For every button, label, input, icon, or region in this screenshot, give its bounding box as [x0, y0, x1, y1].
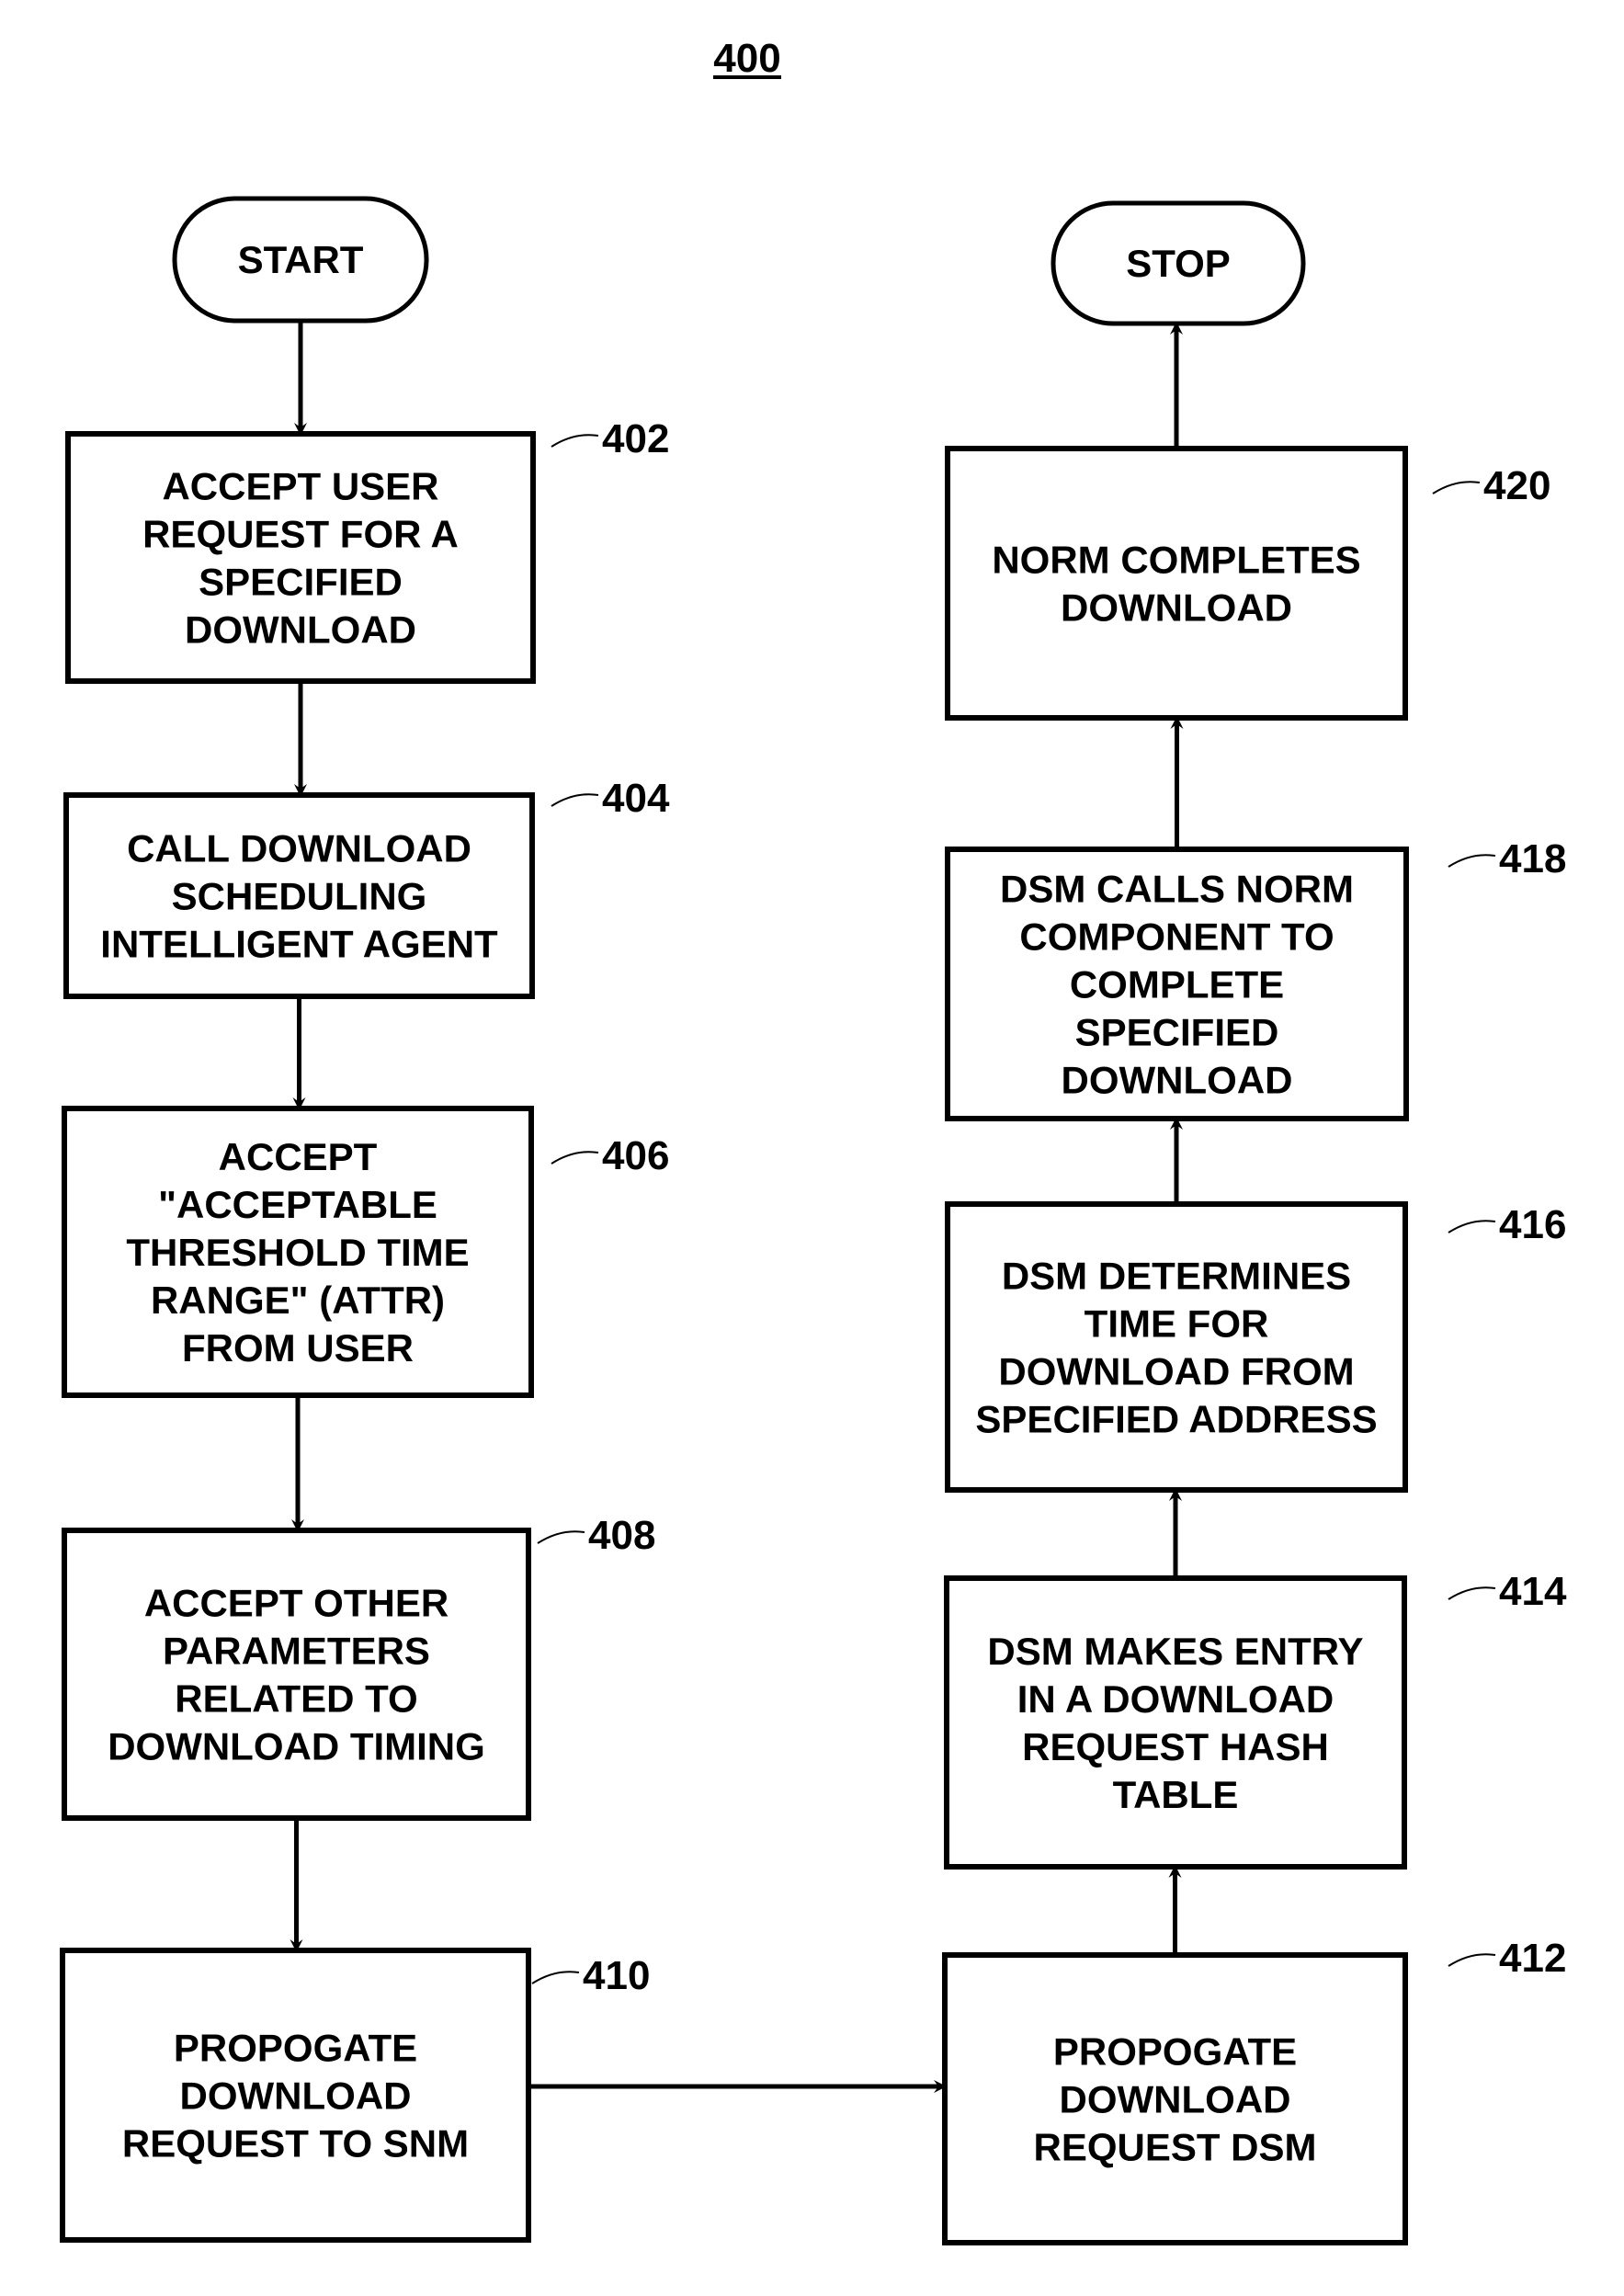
- process-box: [62, 1528, 531, 1821]
- process-step-420: NORM COMPLETESDOWNLOAD: [945, 446, 1408, 721]
- process-text-line: ACCEPT OTHER: [144, 1582, 449, 1625]
- reference-numeral-408: 408: [537, 1513, 655, 1558]
- reference-numeral-text: 416: [1499, 1202, 1566, 1247]
- leader-line: [537, 1530, 585, 1544]
- process-step-404: CALL DOWNLOAD SCHEDULING INTELLIGENT AGENT: [63, 792, 535, 999]
- process-box: [945, 446, 1408, 721]
- process-text-line: COMPLETE: [1070, 963, 1284, 1006]
- process-text-line: SPECIFIED: [1075, 1011, 1279, 1054]
- process-text-line: ACCEPT USER: [162, 465, 438, 508]
- process-text-line: NORM COMPLETES: [992, 539, 1360, 582]
- reference-numeral-text: 408: [588, 1513, 655, 1558]
- process-text-line: REQUEST TO SNM: [122, 2122, 469, 2165]
- process-text-line: SPECIFIED ADDRESS: [975, 1398, 1377, 1441]
- process-text-line: REQUEST DSM: [1033, 2126, 1316, 2169]
- process-text-line: ACCEPT: [219, 1135, 378, 1178]
- process-text-line: "ACCEPTABLE: [158, 1183, 437, 1226]
- reference-numeral-410: 410: [531, 1953, 650, 1998]
- reference-numeral-text: 406: [602, 1133, 669, 1178]
- process-text-line: TABLE: [1113, 1773, 1239, 1816]
- reference-numeral-text: 404: [602, 776, 670, 821]
- process-text-line: DSM CALLS NORM: [1000, 868, 1354, 911]
- process-text-line: REQUEST HASH: [1022, 1725, 1329, 1768]
- process-step-402: ACCEPT USER REQUEST FOR A SPECIFIEDDOWNLOA…: [65, 431, 536, 684]
- process-text-line: DOWNLOAD: [185, 608, 416, 652]
- start-label: START: [238, 238, 364, 281]
- process-text-line: DOWNLOAD: [1062, 1059, 1293, 1102]
- process-text-line: COMPONENT TO: [1019, 915, 1334, 959]
- process-text-line: CALL DOWNLOAD: [127, 827, 471, 870]
- process-text-line: DOWNLOAD: [1060, 2078, 1291, 2121]
- start-terminal: START: [172, 196, 429, 324]
- reference-numeral-text: 402: [602, 416, 669, 461]
- reference-numeral-text: 418: [1499, 836, 1566, 881]
- process-text-line: DSM DETERMINES: [1002, 1255, 1351, 1298]
- process-text-line: RELATED TO: [175, 1677, 417, 1721]
- figure-number-text: 400: [713, 36, 780, 81]
- reference-numeral-text: 412: [1499, 1936, 1566, 1981]
- process-text-line: DOWNLOAD: [1061, 586, 1292, 630]
- process-text-line: DSM MAKES ENTRY: [987, 1630, 1363, 1673]
- reference-numeral-text: 420: [1483, 463, 1550, 508]
- leader-line: [551, 793, 599, 807]
- leader-line: [551, 1151, 599, 1165]
- reference-numeral-text: 414: [1499, 1569, 1567, 1614]
- reference-numeral-404: 404: [551, 776, 670, 821]
- process-text-line: REQUEST FOR A: [142, 513, 459, 556]
- process-text-line: SCHEDULING: [172, 875, 427, 918]
- figure-number: 400: [713, 36, 781, 81]
- leader-line: [1448, 1953, 1496, 1967]
- process-text-line: SPECIFIED: [199, 561, 403, 604]
- process-text-line: DOWNLOAD: [180, 2074, 412, 2118]
- reference-numeral-406: 406: [551, 1133, 669, 1178]
- reference-numeral-418: 418: [1448, 836, 1566, 881]
- process-text-line: DOWNLOAD FROM: [998, 1350, 1354, 1393]
- process-step-406: ACCEPT "ACCEPTABLE THRESHOLD TIME RANGE" (A…: [62, 1106, 534, 1398]
- leader-line: [1432, 481, 1481, 494]
- process-step-410: PROPOGATEDOWNLOADREQUEST TO SNM: [60, 1948, 531, 2243]
- stop-label: STOP: [1126, 242, 1231, 285]
- process-text-line: PARAMETERS: [163, 1630, 430, 1673]
- process-step-416: DSM DETERMINESTIME FORDOWNLOAD FROM SPECI…: [945, 1201, 1408, 1493]
- process-step-418: DSM CALLS NORMCOMPONENT TOCOMPLETE SPECIF…: [945, 847, 1409, 1121]
- process-step-414: DSM MAKES ENTRYIN A DOWNLOADREQUEST HASH…: [944, 1575, 1407, 1870]
- process-box: [944, 1575, 1407, 1870]
- process-text-line: DOWNLOAD TIMING: [108, 1725, 485, 1768]
- reference-numeral-420: 420: [1432, 463, 1550, 508]
- process-step-408: ACCEPT OTHER PARAMETERSRELATED TODOWNLOAD…: [62, 1528, 531, 1821]
- process-text-line: RANGE" (ATTR): [151, 1279, 445, 1322]
- flowchart-400: 400 START STOP ACCEPT USER REQUEST FOR A S…: [60, 36, 1567, 2245]
- reference-numeral-412: 412: [1448, 1936, 1566, 1981]
- reference-numeral-416: 416: [1448, 1202, 1566, 1247]
- reference-numeral-402: 402: [551, 416, 669, 461]
- process-text-line: THRESHOLD TIME: [126, 1231, 469, 1274]
- stop-terminal: STOP: [1050, 200, 1306, 326]
- process-step-412: PROPOGATEDOWNLOAD REQUEST DSM: [942, 1952, 1408, 2245]
- leader-line: [531, 1971, 580, 1984]
- reference-numeral-414: 414: [1448, 1569, 1567, 1614]
- leader-line: [551, 434, 599, 448]
- process-text-line: TIME FOR: [1085, 1302, 1269, 1346]
- leader-line: [1448, 1220, 1496, 1233]
- process-box: [945, 1201, 1408, 1493]
- process-text-line: PROPOGATE: [1053, 2030, 1297, 2074]
- leader-line: [1448, 1586, 1496, 1600]
- leader-line: [1448, 854, 1496, 868]
- process-text-line: FROM USER: [182, 1326, 414, 1370]
- process-text-line: PROPOGATE: [174, 2027, 417, 2070]
- process-text-line: IN A DOWNLOAD: [1017, 1677, 1334, 1721]
- reference-numeral-text: 410: [583, 1953, 650, 1998]
- process-text-line: INTELLIGENT AGENT: [100, 923, 498, 966]
